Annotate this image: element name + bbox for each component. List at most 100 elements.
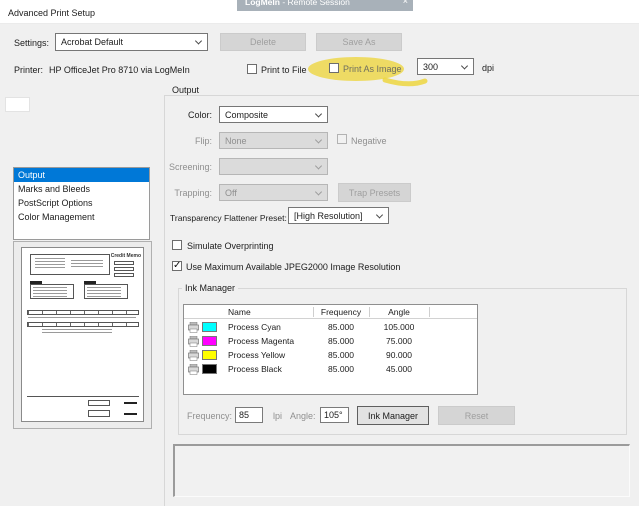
chevron-down-icon (314, 109, 323, 118)
ink-table-header: Name Frequency Angle (184, 305, 477, 319)
output-group-title: Output (169, 85, 203, 95)
settings-dropdown[interactable]: Acrobat Default (55, 33, 208, 51)
screening-dropdown[interactable] (219, 158, 328, 175)
flattener-label: Transparency Flattener Preset: (170, 213, 287, 223)
ink-frequency: 85.000 (328, 350, 354, 360)
jpeg2000-label: Use Maximum Available JPEG2000 Image Res… (186, 262, 401, 272)
print-as-image-label: Print As Image (343, 64, 402, 74)
print-as-image-checkbox[interactable] (329, 63, 339, 73)
angle-label: Angle: (290, 411, 316, 421)
sidebar-item-marks-and-bleeds[interactable]: Marks and Bleeds (14, 182, 149, 196)
printer-name: HP OfficeJet Pro 8710 via LogMeIn (49, 65, 190, 75)
table-row[interactable]: Process Yellow 85.000 90.000 (184, 349, 477, 362)
color-dropdown-value: Composite (225, 109, 269, 120)
preview-page: Credit Memo (21, 247, 144, 422)
trapping-dropdown-value: Off (225, 187, 237, 198)
ink-angle: 90.000 (386, 350, 412, 360)
logmein-banner: LogMeIn - Remote Session × (237, 0, 413, 11)
lpi-label: lpi (273, 411, 283, 421)
printer-icon (188, 364, 199, 375)
ink-swatch (202, 364, 217, 374)
reset-button[interactable]: Reset (438, 406, 515, 425)
settings-dropdown-value: Acrobat Default (61, 37, 124, 47)
chevron-down-icon (314, 161, 323, 170)
simulate-overprinting-checkbox[interactable] (172, 240, 182, 250)
chevron-down-icon (375, 210, 384, 219)
flip-label: Flip: (194, 136, 212, 146)
ink-manager-button[interactable]: Ink Manager (357, 406, 429, 425)
ink-angle: 105.000 (383, 322, 415, 332)
table-row[interactable]: Process Cyan 85.000 105.000 (184, 321, 477, 334)
ink-name: Process Black (228, 364, 282, 374)
preview-table-header (27, 322, 139, 327)
color-label: Color: (187, 110, 212, 120)
chevron-down-icon (314, 135, 323, 144)
save-as-button[interactable]: Save As (316, 33, 402, 51)
flip-dropdown[interactable]: None (219, 132, 328, 149)
negative-checkbox[interactable] (337, 134, 347, 144)
trapping-dropdown[interactable]: Off (219, 184, 328, 201)
negative-label: Negative (351, 136, 387, 146)
ink-frequency: 85.000 (328, 322, 354, 332)
preview-address-box (30, 284, 74, 299)
ink-swatch (202, 350, 217, 360)
ink-swatch (202, 336, 217, 346)
printer-icon (188, 350, 199, 361)
print-to-file-checkbox[interactable] (247, 64, 257, 74)
ink-name: Process Magenta (228, 336, 295, 346)
printer-label: Printer: (14, 65, 44, 75)
ink-angle: 45.000 (386, 364, 412, 374)
column-header-frequency: Frequency (320, 307, 362, 317)
ink-angle: 75.000 (386, 336, 412, 346)
stray-white-box (5, 97, 30, 112)
flip-dropdown-value: None (225, 135, 247, 146)
chevron-down-icon (460, 61, 469, 70)
frequency-label: Frequency: (187, 411, 233, 421)
chevron-down-icon (314, 187, 323, 196)
table-row[interactable]: Process Magenta 85.000 75.000 (184, 335, 477, 348)
preview-address-box (84, 284, 128, 299)
chevron-down-icon (194, 37, 203, 45)
document-preview: Credit Memo (13, 241, 152, 429)
banner-text: LogMeIn - Remote Session (245, 0, 350, 7)
sidebar-item-color-management[interactable]: Color Management (14, 210, 149, 224)
flattener-dropdown-value: [High Resolution] (294, 210, 363, 221)
ink-name: Process Cyan (228, 322, 281, 332)
ink-swatch (202, 322, 217, 332)
dpi-label: dpi (482, 63, 495, 73)
print-to-file-label: Print to File (261, 65, 307, 75)
color-dropdown[interactable]: Composite (219, 106, 328, 123)
close-icon[interactable]: × (403, 0, 408, 6)
page-title: Advanced Print Setup (8, 8, 96, 18)
preview-header-box (30, 254, 110, 275)
banner-session-text: - Remote Session (279, 0, 350, 7)
description-box (173, 444, 630, 497)
ink-name: Process Yellow (228, 350, 286, 360)
preview-table-header (27, 310, 139, 315)
settings-label: Settings: (14, 38, 50, 48)
printer-icon (188, 336, 199, 347)
jpeg2000-checkbox[interactable] (172, 260, 182, 271)
simulate-overprinting-label: Simulate Overprinting (187, 241, 274, 251)
trapping-label: Trapping: (174, 188, 212, 198)
column-header-angle: Angle (388, 307, 410, 317)
trap-presets-button[interactable]: Trap Presets (338, 183, 411, 202)
ink-frequency: 85.000 (328, 364, 354, 374)
ink-manager-group-title: Ink Manager (182, 283, 239, 293)
ink-table: Name Frequency Angle Process Cyan 85.000… (183, 304, 478, 395)
ink-frequency: 85.000 (328, 336, 354, 346)
sections-list: Output Marks and Bleeds PostScript Optio… (13, 167, 150, 240)
preview-doc-title: Credit Memo (110, 253, 141, 259)
table-row[interactable]: Process Black 85.000 45.000 (184, 363, 477, 376)
screening-label: Screening: (168, 162, 212, 172)
printer-icon (188, 322, 199, 333)
frequency-input[interactable] (235, 407, 263, 423)
sidebar-item-postscript-options[interactable]: PostScript Options (14, 196, 149, 210)
sidebar-item-output[interactable]: Output (14, 168, 149, 182)
delete-button[interactable]: Delete (220, 33, 306, 51)
flattener-dropdown[interactable]: [High Resolution] (288, 207, 389, 224)
column-header-name: Name (228, 307, 251, 317)
advanced-print-setup-dialog: Advanced Print Setup LogMeIn - Remote Se… (0, 0, 639, 506)
banner-app-name: LogMeIn (245, 0, 280, 7)
angle-input[interactable] (320, 407, 349, 423)
